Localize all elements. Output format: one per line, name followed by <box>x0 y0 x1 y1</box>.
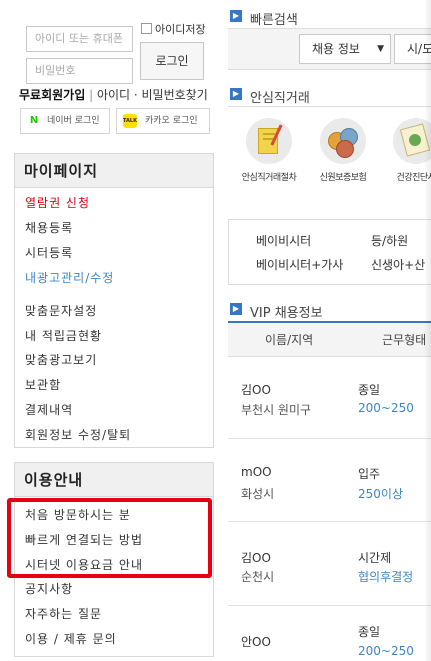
naver-icon: N <box>27 114 41 128</box>
vip-row-name[interactable]: mOO <box>241 465 272 479</box>
job-type-select[interactable]: 채용 정보 ▼ <box>299 34 391 64</box>
service-babysitter[interactable]: 베이비시터 <box>256 232 311 249</box>
menu-item-sitter-register[interactable]: 시터등록 <box>25 244 73 261</box>
menu-item-payments[interactable]: 결제내역 <box>25 401 73 418</box>
document-icon <box>246 118 292 164</box>
safe-trade-title: ▶ 안심직거래 <box>230 87 310 106</box>
row-divider <box>228 605 431 606</box>
service-school-pickup[interactable]: 등/하원 <box>371 232 408 249</box>
find-account-link[interactable]: 아이디 · 비밀번호찾기 <box>97 88 208 102</box>
menu-item-storage[interactable]: 보관함 <box>25 376 61 393</box>
page-edge-shadow <box>424 0 431 661</box>
section-arrow-icon: ▶ <box>230 10 242 22</box>
vip-title: ▶ VIP 채용정보 <box>230 302 323 321</box>
save-id-label: 아이디저장 <box>155 23 206 36</box>
menu-item-profile-edit[interactable]: 회원정보 수정/탈퇴 <box>25 426 131 443</box>
menu-item-pass-request[interactable]: 열람권 신청 <box>25 194 90 211</box>
quick-search-title: ▶ 빠른검색 <box>230 9 298 28</box>
vip-row-pay: 250이상 <box>358 487 403 501</box>
vip-row-pay: 협의후결정 <box>358 570 414 584</box>
safe-trade-procedure-label: 안심직거래절차 <box>241 173 297 183</box>
vip-row-pay: 200~250 <box>358 644 414 658</box>
menu-item-contact[interactable]: 이용 / 제휴 문의 <box>25 630 117 647</box>
chevron-down-icon: ▼ <box>377 44 384 54</box>
service-babysitter-housework[interactable]: 베이비시터+가사 <box>256 256 343 273</box>
row-divider <box>228 521 431 522</box>
password-input[interactable]: 비밀번호 <box>26 58 133 84</box>
login-button[interactable]: 로그인 <box>140 42 204 80</box>
row-divider <box>228 438 431 439</box>
mypage-panel: 마이페이지 열람권 신청 채용등록 시터등록 내광고관리/수정 맞춤문자설정 내… <box>14 153 214 448</box>
vip-row-name[interactable]: 김OO <box>241 549 271 566</box>
menu-item-sms-settings[interactable]: 맞춤문자설정 <box>25 302 97 319</box>
vip-header-name-region: 이름/지역 <box>265 333 314 347</box>
identity-insurance-label: 신원보증보험 <box>319 173 367 183</box>
menu-item-points[interactable]: 내 적립금현황 <box>25 327 102 344</box>
job-type-value: 채용 정보 <box>312 42 360 56</box>
vip-row-type: 종일 <box>358 625 381 639</box>
kakao-login-label: 카카오 로그인 <box>145 116 198 126</box>
highlight-box <box>7 498 212 578</box>
menu-item-ad-manage[interactable]: 내광고관리/수정 <box>25 269 114 286</box>
vip-row-type: 종일 <box>358 383 381 397</box>
vip-row-type: 시간제 <box>358 551 392 565</box>
id-input[interactable]: 아이디 또는 휴대폰 <box>26 26 133 52</box>
service-newborn[interactable]: 신생아+산 <box>371 256 425 273</box>
naver-login-button[interactable]: N 네이버 로그인 <box>20 108 110 134</box>
account-links: 무료회원가입 | 아이디 · 비밀번호찾기 <box>19 86 208 103</box>
vip-row-region: 순천시 <box>241 570 275 584</box>
menu-item-notice[interactable]: 공지사항 <box>25 580 73 597</box>
coins-icon <box>320 118 366 164</box>
vip-row-type: 입주 <box>358 467 381 481</box>
naver-login-label: 네이버 로그인 <box>47 116 100 126</box>
services-panel <box>228 219 431 285</box>
section-arrow-icon: ▶ <box>230 303 242 315</box>
kakao-icon: TALK <box>123 114 137 128</box>
vip-row-name[interactable]: 안OO <box>241 633 271 650</box>
vip-row-region: 부천시 원미구 <box>241 403 312 417</box>
vip-row-name[interactable]: 김OO <box>241 381 271 398</box>
signup-link[interactable]: 무료회원가입 <box>19 88 85 102</box>
separator: | <box>89 88 94 102</box>
vip-header-work-type: 근무형태 <box>382 333 427 347</box>
save-id-checkbox[interactable] <box>141 23 152 34</box>
guide-title: 이용안내 <box>15 463 213 497</box>
section-arrow-icon: ▶ <box>230 88 242 100</box>
menu-item-job-register[interactable]: 채용등록 <box>25 219 73 236</box>
vip-row-region: 화성시 <box>241 487 275 501</box>
menu-item-faq[interactable]: 자주하는 질문 <box>25 605 102 622</box>
safe-trade-procedure[interactable]: 안심직거래절차 <box>236 118 302 183</box>
kakao-login-button[interactable]: TALK 카카오 로그인 <box>116 108 210 134</box>
vip-row-pay: 200~250 <box>358 401 414 415</box>
mypage-title: 마이페이지 <box>15 154 213 188</box>
menu-item-custom-ads[interactable]: 맞춤광고보기 <box>25 351 97 368</box>
identity-insurance[interactable]: 신원보증보험 <box>310 118 376 183</box>
